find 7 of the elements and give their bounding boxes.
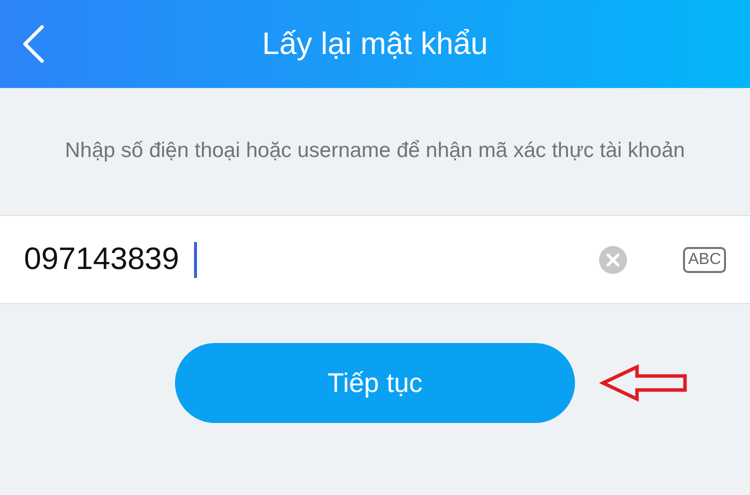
screen-title: Lấy lại mật khẩu bbox=[262, 24, 488, 63]
text-cursor bbox=[194, 242, 197, 278]
phone-input[interactable]: 097143839 bbox=[24, 236, 194, 283]
arrow-icon bbox=[599, 363, 689, 403]
back-button[interactable] bbox=[20, 24, 46, 64]
instruction-text: Nhập số điện thoại hoặc username để nhận mã xác thực tài khoản bbox=[64, 138, 686, 164]
keyboard-toggle[interactable]: ABC bbox=[683, 246, 726, 272]
